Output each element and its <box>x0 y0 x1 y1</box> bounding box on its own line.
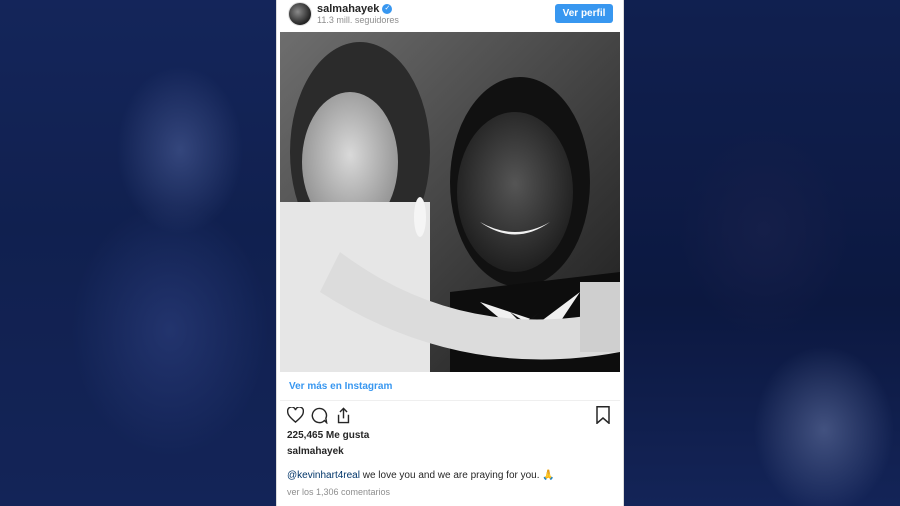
action-bar <box>286 406 352 424</box>
username[interactable]: salmahayek <box>317 3 379 15</box>
caption: @kevinhart4real we love you and we are p… <box>287 470 555 481</box>
view-more-on-instagram-link[interactable]: Ver más en Instagram <box>289 381 392 392</box>
comment-icon[interactable] <box>310 406 328 424</box>
share-icon[interactable] <box>334 406 352 424</box>
heart-icon[interactable] <box>286 406 304 424</box>
view-comments-link[interactable]: ver los 1,306 comentarios <box>287 487 390 497</box>
bookmark-icon[interactable] <box>595 406 613 425</box>
view-profile-button[interactable]: Ver perfil <box>555 4 613 23</box>
caption-username[interactable]: salmahayek <box>287 446 344 457</box>
follower-count: 11.3 mill. seguidores <box>317 15 399 25</box>
divider <box>280 400 620 401</box>
post-header: salmahayek ✓ 11.3 mill. seguidores Ver p… <box>277 0 623 30</box>
like-count[interactable]: 225,465 Me gusta <box>287 430 369 441</box>
caption-text: we love you and we are praying for you. … <box>359 470 555 481</box>
post-photo[interactable] <box>280 32 620 372</box>
verified-badge-icon: ✓ <box>382 4 393 14</box>
caption-mention-link[interactable]: @kevinhart4real <box>287 470 360 481</box>
username-row: salmahayek ✓ <box>317 3 393 15</box>
avatar[interactable] <box>288 2 312 26</box>
instagram-embed-card: salmahayek ✓ 11.3 mill. seguidores Ver p… <box>276 0 624 506</box>
